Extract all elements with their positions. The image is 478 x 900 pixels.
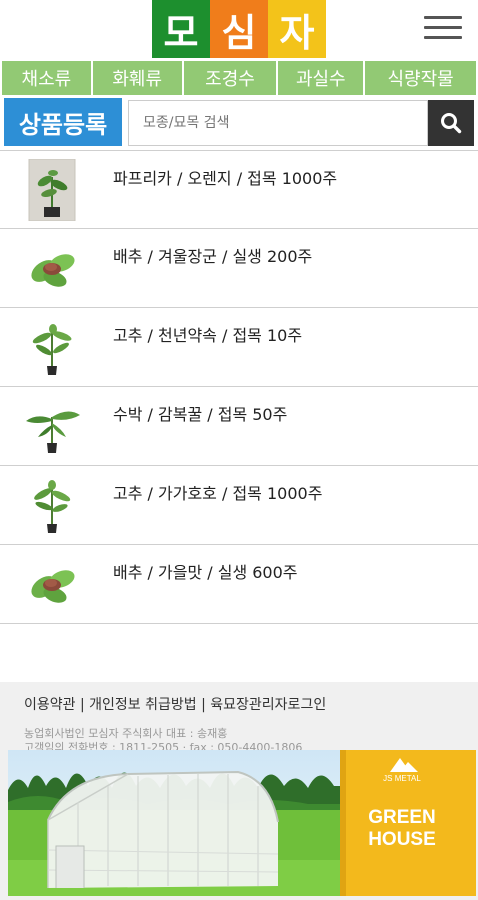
product-thumbnail (28, 159, 76, 221)
company-line: 농업회사법인 모심자 주식회사 대표 : 송재홍 (24, 727, 228, 740)
product-item[interactable]: 수박 / 감복꿀 / 접목 50주 (0, 387, 478, 466)
product-item[interactable]: 배추 / 가을맛 / 실생 600주 (0, 545, 478, 624)
menu-line (424, 16, 462, 19)
product-item[interactable]: 고추 / 가가호호 / 접목 1000주 (0, 466, 478, 545)
logo[interactable]: 모 심 자 (152, 0, 326, 58)
logo-char-2: 심 (210, 0, 268, 58)
terms-link[interactable]: 이용약관 (24, 697, 76, 713)
product-title: 배추 / 겨울장군 / 실생 200주 (113, 247, 313, 266)
product-thumbnail (31, 254, 75, 287)
category-fruit-trees[interactable]: 과실수 (278, 61, 364, 95)
category-vegetables[interactable]: 채소류 (2, 61, 91, 95)
header: 모 심 자 (0, 0, 478, 60)
category-flowers[interactable]: 화훼류 (92, 61, 182, 95)
footer-separator: | (196, 697, 211, 713)
privacy-link[interactable]: 개인정보 취급방법 (89, 697, 197, 713)
product-item[interactable]: 배추 / 겨울장군 / 실생 200주 (0, 229, 478, 308)
menu-line (424, 26, 462, 29)
product-title: 수박 / 감복꿀 / 접목 50주 (113, 405, 288, 424)
banner-title: GREEN HOUSE (354, 807, 450, 851)
product-title: 배추 / 가을맛 / 실생 600주 (113, 563, 298, 582)
search-input[interactable] (128, 100, 428, 146)
category-nav: 채소류 화훼류 조경수 과실수 식량작물 (2, 61, 476, 95)
greenhouse-banner-ad[interactable]: JS METAL GREEN HOUSE (8, 750, 476, 896)
search-button[interactable] (428, 100, 474, 146)
hamburger-menu-icon[interactable] (424, 16, 462, 42)
category-food-crops[interactable]: 식량작물 (365, 61, 476, 95)
logo-char-1: 모 (152, 0, 210, 58)
product-thumbnail (34, 480, 71, 533)
search-icon (441, 113, 462, 134)
search-row: 상품등록 (4, 98, 474, 148)
register-product-button[interactable]: 상품등록 (4, 98, 122, 146)
logo-char-3: 자 (268, 0, 326, 58)
product-thumbnail (26, 411, 80, 453)
product-item[interactable]: 고추 / 천년약속 / 접목 10주 (0, 308, 478, 387)
menu-line (424, 36, 462, 39)
category-landscape-trees[interactable]: 조경수 (183, 61, 277, 95)
banner-brand: JS METAL (383, 774, 421, 783)
product-title: 고추 / 가가호호 / 접목 1000주 (113, 484, 323, 503)
product-title: 파프리카 / 오렌지 / 접목 1000주 (113, 169, 338, 188)
product-thumbnail (31, 570, 75, 603)
footer-separator: | (75, 697, 90, 713)
product-title: 고추 / 천년약속 / 접목 10주 (113, 326, 303, 345)
banner-title-line: GREEN (368, 807, 436, 828)
product-list: 파프리카 / 오렌지 / 접목 1000주 배추 / 겨울장군 / 실생 200… (0, 150, 478, 624)
product-item[interactable]: 파프리카 / 오렌지 / 접목 1000주 (0, 150, 478, 229)
banner-title-line: HOUSE (368, 829, 436, 850)
admin-login-link[interactable]: 육묘장관리자로그인 (210, 697, 326, 713)
product-thumbnail (32, 324, 72, 375)
footer-links: 이용약관 | 개인정보 취급방법 | 육묘장관리자로그인 (24, 694, 326, 714)
